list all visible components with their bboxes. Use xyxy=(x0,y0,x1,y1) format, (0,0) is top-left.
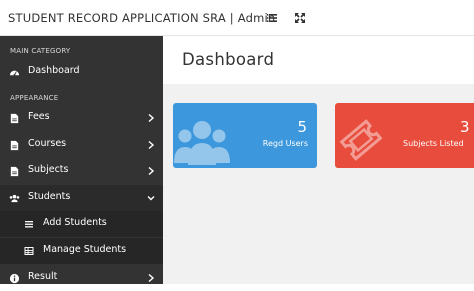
sidebar-subitem-label: Add Students xyxy=(43,217,107,228)
sidebar-item-label: Dashboard xyxy=(28,65,80,76)
table-icon xyxy=(24,246,34,256)
sidebar-item-label: Subjects xyxy=(28,164,69,175)
section-label-appearance: APPEARANCE xyxy=(10,94,59,102)
card-value: 5 xyxy=(297,118,307,136)
list-toggle-icon[interactable] xyxy=(266,11,280,25)
file-icon xyxy=(9,166,20,177)
chevron-right-icon xyxy=(147,140,155,150)
chevron-right-icon xyxy=(147,113,155,123)
sidebar-item-label: Fees xyxy=(28,111,50,122)
sidebar-item-students[interactable]: Students xyxy=(0,185,163,211)
file-icon xyxy=(9,113,20,124)
ticket-icon xyxy=(339,119,383,161)
chevron-down-icon xyxy=(147,193,155,203)
section-label-main: MAIN CATEGORY xyxy=(10,47,71,55)
dashboard-icon xyxy=(9,67,20,78)
info-icon xyxy=(9,273,20,284)
app-title: STUDENT RECORD APPLICATION SRA | Admin xyxy=(8,11,276,25)
card-value: 3 xyxy=(460,118,470,136)
sidebar-item-subjects[interactable]: Subjects xyxy=(0,158,163,184)
sidebar-subitem-label: Manage Students xyxy=(43,244,127,255)
file-icon xyxy=(9,140,20,151)
top-navbar: STUDENT RECORD APPLICATION SRA | Admin xyxy=(0,0,474,36)
sidebar-item-label: Students xyxy=(28,191,71,202)
sidebar-subitem-manage-students[interactable]: Manage Students xyxy=(0,238,163,264)
sidebar-item-label: Result xyxy=(28,271,58,282)
page-header: Dashboard xyxy=(163,36,474,84)
sidebar-item-courses[interactable]: Courses xyxy=(0,132,163,158)
sidebar-item-dashboard[interactable]: Dashboard xyxy=(0,59,163,85)
users-icon xyxy=(174,121,230,165)
card-regd-users[interactable]: 5 Regd Users xyxy=(173,103,317,168)
users-icon xyxy=(9,193,20,204)
chevron-right-icon xyxy=(147,273,155,283)
fullscreen-icon[interactable] xyxy=(293,11,307,25)
sidebar: MAIN CATEGORY Dashboard APPEARANCE Fees … xyxy=(0,36,163,284)
sidebar-item-result[interactable]: Result xyxy=(0,265,163,291)
sidebar-item-fees[interactable]: Fees xyxy=(0,105,163,131)
card-subjects-listed[interactable]: 3 Subjects Listed xyxy=(335,103,474,168)
card-caption: Regd Users xyxy=(262,139,308,148)
sidebar-item-label: Courses xyxy=(28,138,67,149)
list-icon xyxy=(24,219,34,229)
card-caption: Subjects Listed xyxy=(403,139,464,148)
page-title: Dashboard xyxy=(182,50,275,69)
chevron-right-icon xyxy=(147,166,155,176)
sidebar-subitem-add-students[interactable]: Add Students xyxy=(0,211,163,237)
main-content: Dashboard 5 Regd Users 3 Subjects Listed xyxy=(163,36,474,284)
